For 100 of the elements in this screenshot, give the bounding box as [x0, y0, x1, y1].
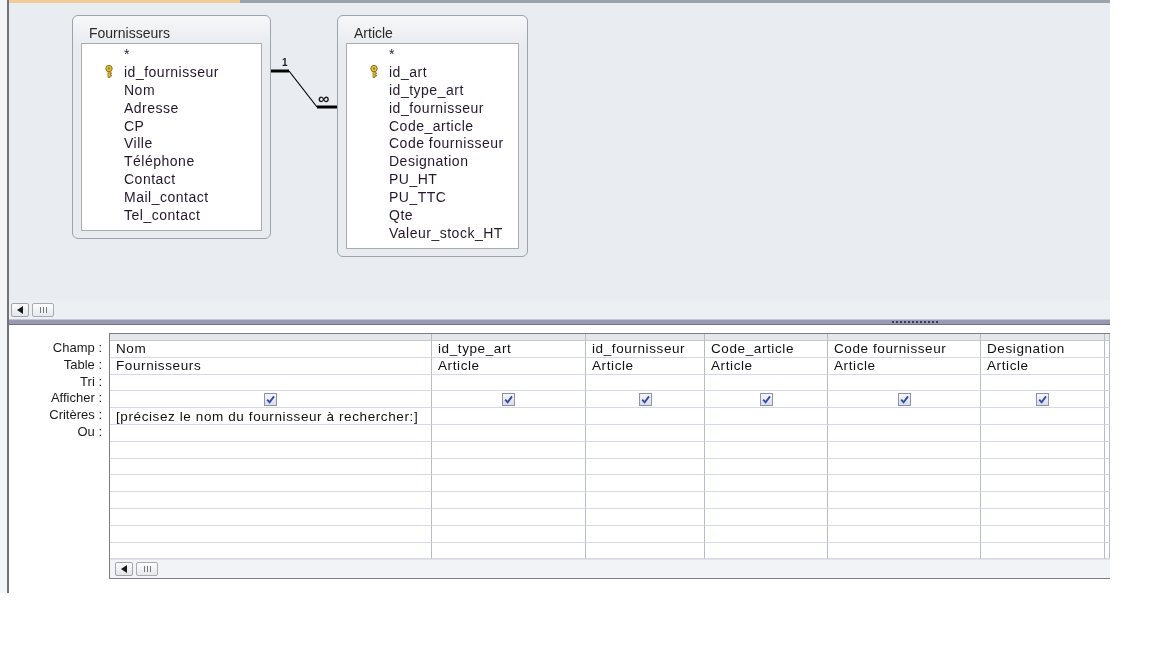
grid-cell[interactable]	[432, 441, 586, 459]
column-selector[interactable]	[586, 334, 705, 341]
grid-cell[interactable]	[981, 525, 1105, 543]
grid-cell[interactable]	[432, 492, 586, 509]
field-cell[interactable]: Designation	[981, 341, 1105, 358]
field-name[interactable]: Code_article	[389, 117, 474, 134]
field-cell[interactable]: Code_article	[705, 341, 828, 358]
field-cell[interactable]: id_type_art	[432, 341, 586, 358]
field-name[interactable]: Contact	[124, 171, 176, 188]
checkbox[interactable]	[264, 392, 277, 406]
table-title[interactable]: Fournisseurs	[81, 16, 262, 43]
grid-cell[interactable]	[705, 458, 828, 476]
grid-cell[interactable]	[828, 492, 981, 509]
grid-cell[interactable]	[586, 492, 705, 509]
field-cell[interactable]: Nom	[110, 341, 432, 358]
field-cell[interactable]: id_fournisseur	[586, 341, 705, 358]
field-name[interactable]: Téléphone	[124, 153, 195, 170]
grid-cell[interactable]	[586, 475, 705, 493]
grid-cell[interactable]	[110, 508, 432, 526]
column-selector[interactable]	[705, 334, 828, 341]
grid-cell[interactable]	[828, 525, 981, 543]
grid-cell[interactable]	[432, 458, 586, 476]
grid-cell[interactable]	[1105, 357, 1110, 375]
grid-cell[interactable]	[705, 425, 828, 442]
scroll-left-button[interactable]	[115, 562, 133, 577]
grid-cell[interactable]	[586, 374, 705, 392]
scroll-left-button[interactable]	[11, 302, 29, 317]
table-cell[interactable]: Article	[828, 357, 981, 375]
grid-cell[interactable]	[586, 425, 705, 442]
field-name[interactable]: *	[389, 45, 395, 62]
column-selector[interactable]	[828, 334, 981, 341]
grid-cell[interactable]	[586, 408, 705, 425]
grid-cell[interactable]	[586, 441, 705, 459]
grid-cell[interactable]	[586, 525, 705, 543]
field-name[interactable]: id_fournisseur	[124, 63, 219, 80]
table-cell[interactable]: Fournisseurs	[110, 357, 432, 375]
grid-cell[interactable]	[432, 525, 586, 543]
grid-cell[interactable]	[110, 492, 432, 509]
grid-cell[interactable]	[110, 525, 432, 543]
grid-cell[interactable]	[1105, 525, 1110, 543]
grid-cell[interactable]	[110, 475, 432, 493]
grid-cell[interactable]	[705, 441, 828, 459]
grid-cell[interactable]	[981, 492, 1105, 509]
checkbox[interactable]	[502, 392, 515, 406]
table-title[interactable]: Article	[346, 16, 519, 43]
grid-cell[interactable]	[981, 508, 1105, 526]
grid-cell[interactable]	[981, 441, 1105, 459]
table-cell[interactable]: Article	[586, 357, 705, 375]
grid-cell[interactable]	[828, 408, 981, 425]
field-name[interactable]: Nom	[124, 81, 156, 98]
grid-cell[interactable]	[981, 475, 1105, 493]
checkbox[interactable]	[759, 392, 773, 406]
grid-cell[interactable]	[1105, 492, 1110, 509]
grid-cell[interactable]	[981, 408, 1105, 425]
grid-cell[interactable]	[432, 475, 586, 493]
grid-cell[interactable]	[705, 475, 828, 493]
grid-cell[interactable]	[586, 458, 705, 476]
grid-cell[interactable]	[110, 374, 432, 392]
field-name[interactable]: Code fournisseur	[389, 135, 504, 152]
field-name[interactable]: PU_HT	[389, 171, 438, 188]
grid-cell[interactable]	[1105, 441, 1110, 459]
table-cell[interactable]: Article	[981, 357, 1105, 375]
table-cell[interactable]: Article	[432, 357, 586, 375]
field-name[interactable]: Tel_contact	[124, 206, 201, 223]
field-name[interactable]: id_type_art	[389, 81, 464, 98]
field-name[interactable]: Mail_contact	[124, 189, 209, 206]
grid-cell[interactable]	[705, 408, 828, 425]
table-cell[interactable]: Article	[705, 357, 828, 375]
checkbox[interactable]	[1036, 392, 1049, 406]
field-name[interactable]: Adresse	[124, 99, 179, 116]
grid-cell[interactable]	[981, 425, 1105, 442]
field-cell[interactable]: Code fournisseur	[828, 341, 981, 358]
grid-cell[interactable]	[705, 374, 828, 392]
grid-cell[interactable]	[705, 508, 828, 526]
field-name[interactable]: Qte	[389, 206, 414, 223]
field-name[interactable]: Designation	[389, 153, 469, 170]
grid-cell[interactable]	[110, 425, 432, 442]
grid-cell[interactable]	[1105, 458, 1110, 476]
grid-cell[interactable]	[705, 525, 828, 543]
field-name[interactable]: id_art	[389, 63, 428, 80]
column-selector[interactable]	[981, 334, 1105, 341]
criteria-cell[interactable]: [précisez le nom du fournisseur à rechercher:]	[110, 408, 432, 425]
grid-cell[interactable]	[705, 492, 828, 509]
field-name[interactable]: *	[124, 45, 130, 62]
scrollbar-thumb[interactable]	[32, 302, 54, 317]
grid-cell[interactable]	[981, 374, 1105, 392]
grid-cell[interactable]	[828, 475, 981, 493]
grid-cell[interactable]	[432, 508, 586, 526]
grid-cell[interactable]	[432, 374, 586, 392]
grid-cell[interactable]	[828, 508, 981, 526]
column-selector[interactable]	[1105, 334, 1110, 341]
grid-cell[interactable]	[1105, 425, 1110, 442]
grid-cell[interactable]	[586, 508, 705, 526]
grid-cell[interactable]	[110, 441, 432, 459]
document-tab[interactable]	[9, 0, 240, 3]
column-selector[interactable]	[110, 334, 432, 341]
grid-cell[interactable]	[981, 458, 1105, 476]
grid-cell[interactable]	[828, 441, 981, 459]
checkbox[interactable]	[638, 392, 652, 406]
scrollbar-thumb[interactable]	[136, 562, 158, 577]
